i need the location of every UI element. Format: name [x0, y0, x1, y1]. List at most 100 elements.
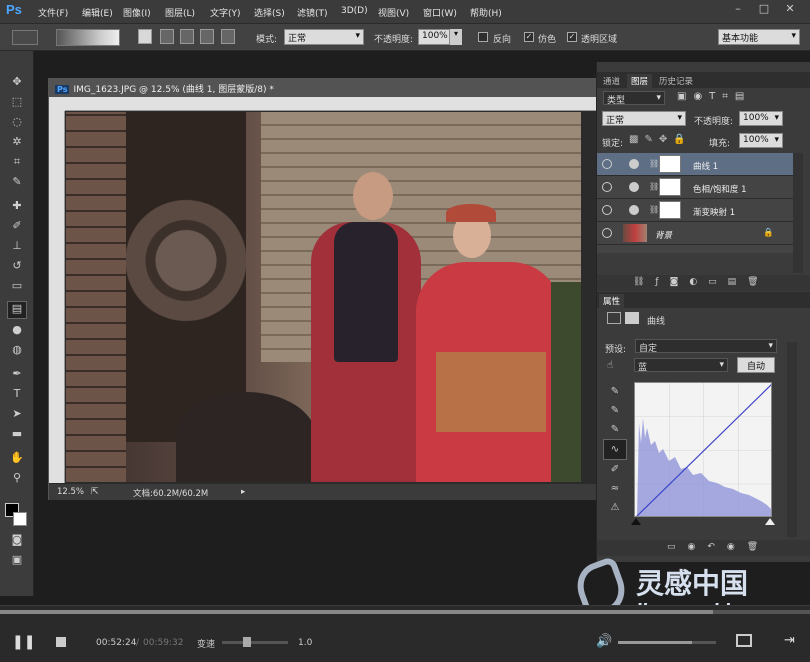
- tab-history[interactable]: 历史记录: [655, 74, 697, 88]
- layer-filter-select[interactable]: 类型: [603, 91, 665, 106]
- visibility-eye-icon[interactable]: [602, 205, 612, 215]
- fill-input[interactable]: 100%: [739, 133, 783, 148]
- transparency-checkbox[interactable]: ✓: [567, 32, 577, 42]
- opacity-input[interactable]: 100%: [418, 29, 450, 45]
- menu-image[interactable]: 图像(I): [123, 6, 151, 19]
- move-tool-icon[interactable]: ✥: [7, 75, 27, 93]
- gradient-tool-icon[interactable]: ▤: [7, 301, 27, 319]
- angle-gradient-icon[interactable]: [180, 29, 194, 44]
- curve-point-tool-icon[interactable]: ∿: [603, 439, 627, 460]
- document-tab[interactable]: Ps IMG_1623.JPG @ 12.5% (曲线 1, 图层蒙版/8) *: [49, 79, 597, 97]
- status-menu-arrow-icon[interactable]: ▸: [241, 487, 245, 497]
- magic-wand-tool-icon[interactable]: ✲: [7, 135, 27, 153]
- minimize-button[interactable]: –: [728, 2, 748, 18]
- black-input-slider[interactable]: [631, 518, 641, 525]
- eyedropper-tool-icon[interactable]: ✎: [7, 175, 27, 193]
- speed-slider-handle[interactable]: [243, 637, 251, 647]
- white-input-slider[interactable]: [765, 518, 775, 525]
- target-adjust-hand-icon[interactable]: ☝: [607, 360, 621, 372]
- menu-layer[interactable]: 图层(L): [165, 6, 195, 19]
- layers-scrollbar[interactable]: [793, 153, 803, 273]
- layer-row-curves[interactable]: ⛓ 曲线 1: [597, 153, 793, 176]
- menu-window[interactable]: 窗口(W): [423, 6, 457, 19]
- hand-tool-icon[interactable]: ✋: [7, 451, 27, 469]
- reflected-gradient-icon[interactable]: [200, 29, 214, 44]
- visibility-eye-icon[interactable]: [602, 159, 612, 169]
- close-button[interactable]: ✕: [780, 2, 800, 18]
- curves-graph[interactable]: [634, 382, 772, 517]
- workspace-select[interactable]: 基本功能: [718, 29, 800, 45]
- properties-scrollbar[interactable]: [787, 342, 797, 537]
- pause-icon[interactable]: ❚❚: [12, 634, 35, 650]
- visibility-eye-icon[interactable]: [602, 182, 612, 192]
- clone-stamp-tool-icon[interactable]: ⊥: [7, 239, 27, 257]
- menu-3d[interactable]: 3D(D): [341, 6, 368, 16]
- lasso-tool-icon[interactable]: ◌: [7, 115, 27, 133]
- layer-mask-thumbnail[interactable]: [659, 178, 681, 196]
- dodge-tool-icon[interactable]: ◍: [7, 343, 27, 361]
- layer-mask-thumbnail[interactable]: [659, 155, 681, 173]
- menu-filter[interactable]: 滤镜(T): [297, 6, 328, 19]
- export-icon[interactable]: ⇱: [91, 487, 99, 497]
- pencil-draw-icon[interactable]: ✐: [603, 460, 627, 479]
- background-color-swatch[interactable]: [13, 512, 27, 526]
- gradient-picker[interactable]: [56, 29, 120, 46]
- menu-select[interactable]: 选择(S): [254, 6, 285, 19]
- visibility-eye-icon[interactable]: [602, 228, 612, 238]
- canvas-photo[interactable]: [66, 112, 581, 482]
- menu-view[interactable]: 视图(V): [378, 6, 409, 19]
- eraser-tool-icon[interactable]: ▭: [7, 279, 27, 297]
- rectangle-tool-icon[interactable]: ▬: [7, 427, 27, 445]
- auto-button[interactable]: 自动: [737, 357, 775, 373]
- mode-select[interactable]: 正常: [284, 29, 364, 45]
- black-point-eyedropper-icon[interactable]: ✎: [603, 382, 627, 401]
- channel-select[interactable]: 蓝: [634, 358, 728, 373]
- pen-tool-icon[interactable]: ✒: [7, 367, 27, 385]
- dither-checkbox[interactable]: ✓: [524, 32, 534, 42]
- crop-tool-icon[interactable]: ⌗: [7, 155, 27, 173]
- linear-gradient-icon[interactable]: [138, 29, 152, 44]
- layer-row-hue-saturation[interactable]: ⛓ 色相/饱和度 1: [597, 176, 793, 199]
- menu-help[interactable]: 帮助(H): [470, 6, 502, 19]
- brush-tool-icon[interactable]: ✐: [7, 219, 27, 237]
- radial-gradient-icon[interactable]: [160, 29, 174, 44]
- diamond-gradient-icon[interactable]: [221, 29, 235, 44]
- history-brush-tool-icon[interactable]: ↺: [7, 259, 27, 277]
- marquee-tool-icon[interactable]: ⬚: [7, 95, 27, 113]
- path-selection-tool-icon[interactable]: ➤: [7, 407, 27, 425]
- blend-mode-select[interactable]: 正常: [602, 111, 686, 126]
- healing-brush-tool-icon[interactable]: ✚: [7, 199, 27, 217]
- reverse-checkbox[interactable]: [478, 32, 488, 42]
- white-point-eyedropper-icon[interactable]: ✎: [603, 420, 627, 439]
- layer-opacity-input[interactable]: 100%: [739, 111, 783, 126]
- menu-edit[interactable]: 编辑(E): [82, 6, 113, 19]
- blur-tool-icon[interactable]: ●: [7, 323, 27, 341]
- exit-icon[interactable]: ⇥: [784, 633, 795, 648]
- speed-slider[interactable]: [222, 641, 288, 644]
- layer-row-gradient-map[interactable]: ⛓ 渐变映射 1: [597, 199, 793, 222]
- fullscreen-icon[interactable]: [736, 634, 752, 647]
- clipping-warning-icon[interactable]: ⚠: [603, 498, 627, 517]
- tab-properties[interactable]: 属性: [599, 294, 625, 308]
- screen-mode-icon[interactable]: ▣: [7, 553, 27, 571]
- layer-row-background[interactable]: 背景 🔒: [597, 222, 793, 245]
- layer-filter-icons[interactable]: ▣◉T⌗▤: [677, 91, 767, 105]
- properties-footer-icons[interactable]: ▭◉↶◉🗑: [597, 540, 810, 556]
- quick-mask-icon[interactable]: ◙: [7, 533, 27, 551]
- smooth-curve-icon[interactable]: ≈: [603, 479, 627, 498]
- tab-layers[interactable]: 图层: [627, 74, 653, 88]
- volume-icon[interactable]: 🔊: [596, 634, 612, 649]
- mask-properties-icon[interactable]: [625, 312, 639, 324]
- opacity-dropdown-icon[interactable]: ▾: [450, 29, 462, 45]
- zoom-level[interactable]: 12.5%: [57, 487, 84, 497]
- type-tool-icon[interactable]: T: [7, 387, 27, 405]
- gray-point-eyedropper-icon[interactable]: ✎: [603, 401, 627, 420]
- layer-mask-thumbnail[interactable]: [659, 201, 681, 219]
- stop-icon[interactable]: [56, 637, 66, 647]
- tool-preset-picker[interactable]: [12, 30, 38, 45]
- menu-file[interactable]: 文件(F): [38, 6, 68, 19]
- tab-channels[interactable]: 通道: [599, 74, 624, 88]
- preset-select[interactable]: 自定: [635, 339, 777, 354]
- lock-icons[interactable]: ▩✎✥🔒: [629, 134, 692, 145]
- maximize-button[interactable]: □: [754, 2, 774, 18]
